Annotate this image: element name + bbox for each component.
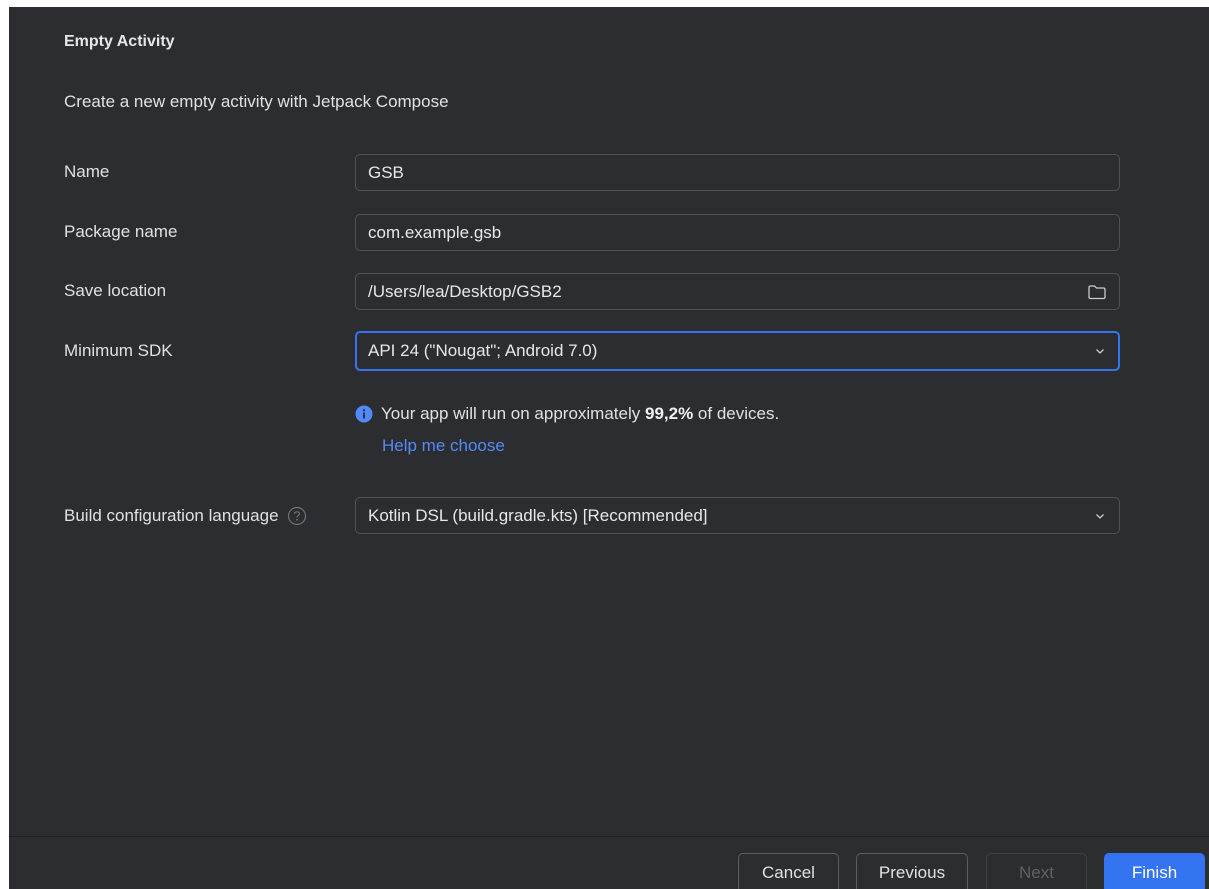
build-language-selected-value: Kotlin DSL (build.gradle.kts) [Recommend… [368,505,708,525]
new-project-dialog: Empty Activity Create a new empty activi… [9,7,1209,889]
save-location-field[interactable]: /Users/lea/Desktop/GSB2 [355,273,1120,310]
name-label: Name [64,162,110,181]
package-name-field-value: com.example.gsb [368,222,502,242]
device-coverage-info: Your app will run on approximately 99,2%… [355,404,779,424]
minimum-sdk-select[interactable]: API 24 ("Nougat"; Android 7.0) [355,331,1120,371]
next-button[interactable]: Next [986,853,1087,889]
chevron-down-icon [1093,344,1107,358]
package-name-field[interactable]: com.example.gsb [355,214,1120,251]
build-language-label-row: Build configuration language [64,506,307,526]
build-language-label: Build configuration language [64,506,279,525]
previous-button[interactable]: Previous [856,853,968,889]
save-location-label: Save location [64,281,167,300]
finish-button[interactable]: Finish [1104,853,1205,889]
help-me-choose-link[interactable]: Help me choose [382,436,505,456]
info-icon [355,405,373,423]
coverage-percentage: 99,2% [644,404,694,423]
minimum-sdk-label: Minimum SDK [64,341,173,360]
info-text-after: of devices. [697,404,780,423]
package-name-label: Package name [64,222,178,241]
chevron-down-icon [1093,509,1107,523]
build-language-select[interactable]: Kotlin DSL (build.gradle.kts) [Recommend… [355,497,1120,534]
minimum-sdk-selected-value: API 24 ("Nougat"; Android 7.0) [368,341,598,360]
name-field-value: GSB [368,162,404,182]
info-text-before: Your app will run on approximately [381,404,641,423]
device-coverage-text: Your app will run on approximately 99,2%… [381,404,779,424]
save-location-field-value: /Users/lea/Desktop/GSB2 [368,281,562,301]
dialog-title: Empty Activity [64,33,175,50]
help-circle-icon[interactable] [287,506,307,526]
name-field[interactable]: GSB [355,154,1120,191]
cancel-button[interactable]: Cancel [738,853,839,889]
footer-divider [9,836,1209,837]
folder-icon[interactable] [1087,283,1107,301]
dialog-description: Create a new empty activity with Jetpack… [64,92,449,111]
